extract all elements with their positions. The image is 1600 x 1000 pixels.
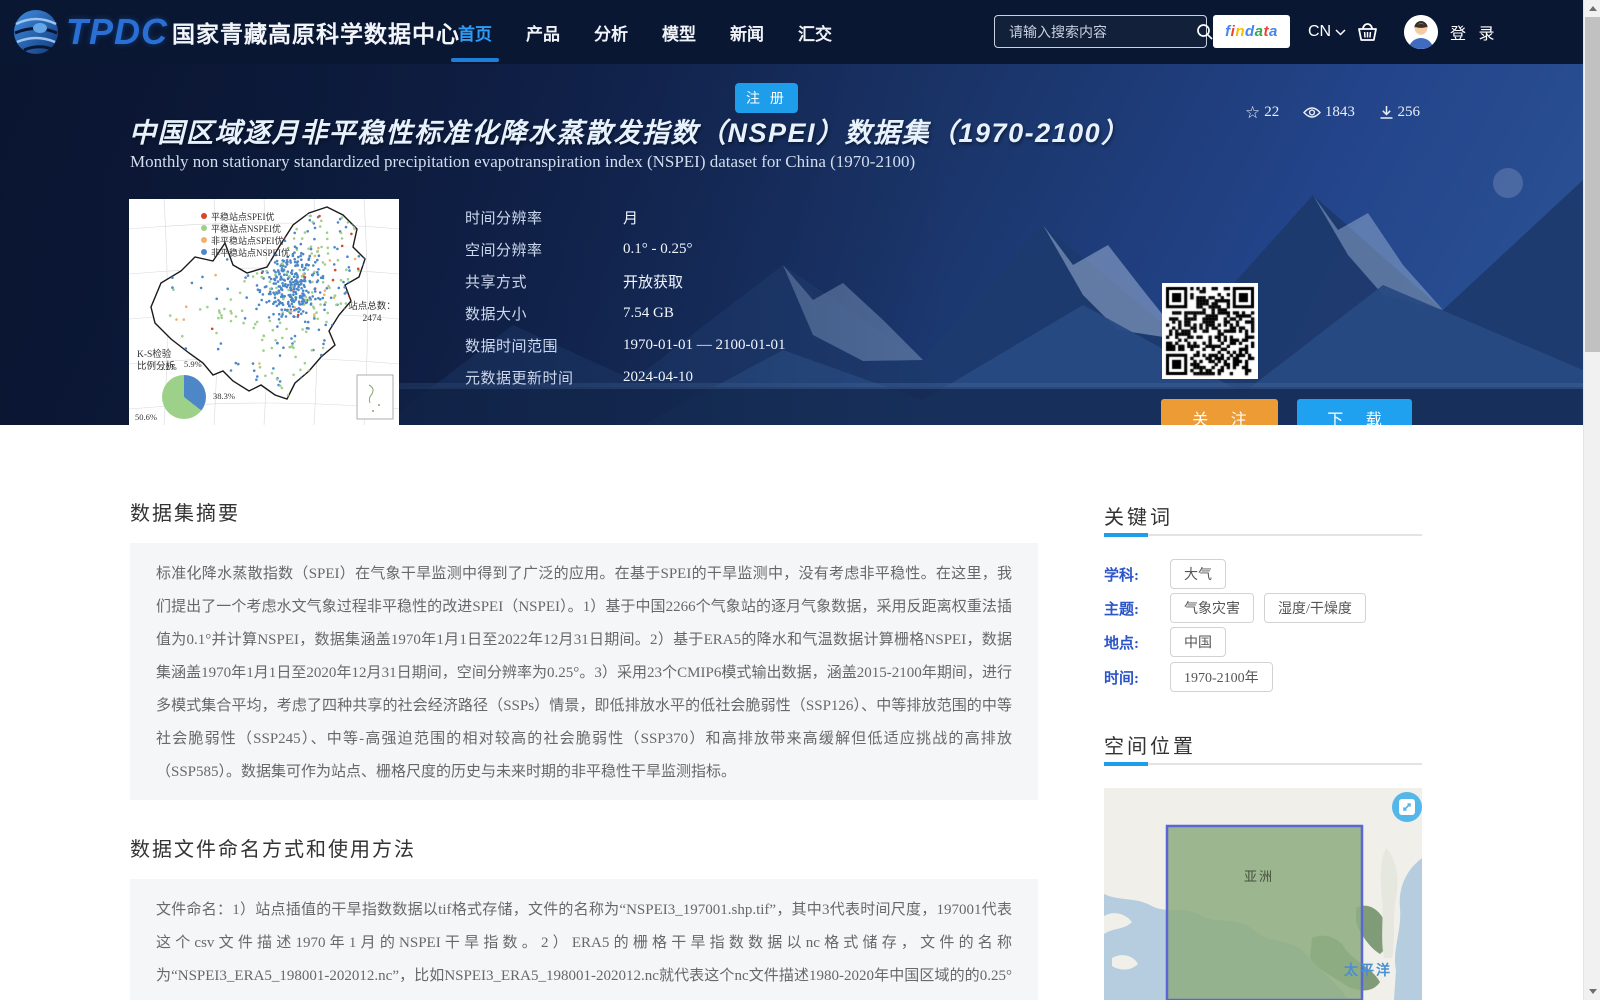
favorite-count: 22 (1264, 104, 1279, 121)
tag-humidity-aridity[interactable]: 湿度/干燥度 (1264, 593, 1366, 623)
download-count-icon (1379, 105, 1394, 120)
meta-row-time-range: 数据时间范围 1970-01-01 — 2100-01-01 (465, 329, 785, 361)
downloads-stat: 256 (1379, 104, 1421, 121)
registered-badge: 注 册 (735, 83, 798, 113)
map-ocean-label: 太平洋 (1344, 960, 1392, 980)
views-stat: 1843 (1303, 104, 1355, 121)
nav-item-home[interactable]: 首页 (447, 0, 503, 64)
downloads-count: 256 (1398, 104, 1421, 121)
legend-dot-orange (201, 237, 207, 243)
keyword-row-time: 时间: 1970-2100年 (1104, 662, 1283, 692)
download-button[interactable]: 下 载 (1297, 399, 1412, 425)
star-icon[interactable]: ☆ (1245, 104, 1260, 121)
file-naming-body: 文件命名：1）站点插值的干旱指数数据以tif格式存储，文件的名称为“NSPEI3… (130, 879, 1038, 1000)
search-button[interactable] (1196, 16, 1214, 47)
keywords-heading: 关键词 (1104, 501, 1173, 530)
spatial-coverage-map[interactable]: 亚洲 太平洋 (1104, 788, 1422, 1000)
chevron-down-icon (1335, 29, 1346, 36)
brand-acronym: TPDC (66, 11, 168, 53)
favorite-stat: ☆ 22 (1245, 104, 1279, 121)
dataset-title: 中国区域逐月非平稳性标准化降水蒸散发指数（NSPEI）数据集（1970-2100… (129, 111, 1130, 150)
keyword-row-discipline: 学科: 大气 (1104, 559, 1236, 589)
pie-label-red: 5.2% (159, 362, 177, 372)
findata-button[interactable]: findata (1213, 15, 1290, 48)
nav-item-news[interactable]: 新闻 (719, 0, 775, 64)
nav-item-analysis[interactable]: 分析 (583, 0, 639, 64)
legend-dot-blue (201, 249, 207, 255)
meta-row-sharing: 共享方式 开放获取 (465, 265, 785, 297)
meta-row-updated: 元数据更新时间 2024-04-10 (465, 361, 785, 393)
station-total-note: 站点总数： 2474 (347, 301, 397, 325)
follow-button[interactable]: 关 注 (1161, 399, 1278, 425)
dataset-metadata: 时间分辨率 月 空间分辨率 0.1° - 0.25° 共享方式 开放获取 数据大… (465, 201, 785, 393)
dataset-hero: 注 册 中国区域逐月非平稳性标准化降水蒸散发指数（NSPEI）数据集（1970-… (0, 64, 1583, 425)
meta-row-temporal-resolution: 时间分辨率 月 (465, 201, 785, 233)
cart-button[interactable] (1356, 21, 1379, 48)
pie-label-orange: 5.9% (184, 359, 202, 369)
keyword-row-location: 地点: 中国 (1104, 627, 1236, 657)
location-heading: 空间位置 (1104, 730, 1196, 759)
dataset-stats: ☆ 22 1843 256 (1245, 104, 1420, 121)
search-input[interactable] (995, 16, 1196, 47)
abstract-heading: 数据集摘要 (130, 497, 240, 526)
scroll-up-button[interactable] (1584, 0, 1600, 17)
legend-dot-green (201, 225, 207, 231)
location-divider (1104, 763, 1422, 765)
pie-label-green: 50.6% (135, 412, 157, 422)
avatar-person-icon (1404, 15, 1438, 49)
eye-icon (1303, 106, 1321, 119)
dataset-title-en: Monthly non stationary standardized prec… (130, 152, 915, 172)
globe-logo-icon (10, 6, 62, 58)
brand-logo[interactable]: TPDC 国家青藏高原科学数据中心 (10, 0, 460, 64)
language-selector[interactable]: CN (1308, 0, 1346, 64)
map-legend: 平稳站点SPEI优 平稳站点NSPEI优 非平稳站点SPEI优 非平稳站点NSP… (201, 210, 290, 258)
basket-icon (1356, 21, 1379, 43)
ks-pie-chart (162, 375, 206, 419)
brand-org-name: 国家青藏高原科学数据中心 (172, 15, 460, 49)
tag-china[interactable]: 中国 (1170, 627, 1226, 657)
language-label: CN (1308, 23, 1331, 41)
legend-label: 非平稳站点NSPEI优 (211, 246, 290, 259)
user-avatar[interactable] (1404, 15, 1438, 49)
scrollbar-thumb[interactable] (1585, 17, 1600, 352)
tag-meteo-disaster[interactable]: 气象灾害 (1170, 593, 1254, 623)
dataset-thumbnail[interactable]: 平稳站点SPEI优 平稳站点NSPEI优 非平稳站点SPEI优 非平稳站点NSP… (129, 199, 399, 425)
nav-item-models[interactable]: 模型 (651, 0, 707, 64)
map-expand-button[interactable] (1392, 792, 1422, 822)
expand-arrows-icon (1399, 799, 1415, 815)
meta-row-spatial-resolution: 空间分辨率 0.1° - 0.25° (465, 233, 785, 265)
map-region-label: 亚洲 (1244, 866, 1274, 885)
tag-period[interactable]: 1970-2100年 (1170, 662, 1273, 692)
nav-item-submission[interactable]: 汇交 (787, 0, 843, 64)
meta-row-size: 数据大小 7.54 GB (465, 297, 785, 329)
keywords-divider (1104, 534, 1422, 536)
scroll-down-button[interactable] (1584, 983, 1600, 1000)
top-navbar: TPDC 国家青藏高原科学数据中心 首页 产品 分析 模型 新闻 汇交 find… (0, 0, 1583, 64)
tag-atmosphere[interactable]: 大气 (1170, 559, 1226, 589)
qr-code (1162, 283, 1258, 379)
page-scrollbar (1583, 0, 1600, 1000)
page: TPDC 国家青藏高原科学数据中心 首页 产品 分析 模型 新闻 汇交 find… (0, 0, 1600, 1000)
pie-label-blue: 38.3% (213, 391, 235, 401)
main-nav: 首页 产品 分析 模型 新闻 汇交 (441, 0, 849, 64)
file-naming-heading: 数据文件命名方式和使用方法 (130, 833, 416, 862)
abstract-body: 标准化降水蒸散指数（SPEI）在气象干旱监测中得到了广泛的应用。在基于SPEI的… (130, 543, 1038, 800)
views-count: 1843 (1325, 104, 1355, 121)
login-button[interactable]: 登 录 (1450, 0, 1498, 64)
keyword-row-topic: 主题: 气象灾害 湿度/干燥度 (1104, 593, 1376, 623)
search-icon (1196, 23, 1214, 41)
legend-dot-red (201, 213, 207, 219)
search-box (994, 15, 1207, 48)
nav-item-products[interactable]: 产品 (515, 0, 571, 64)
